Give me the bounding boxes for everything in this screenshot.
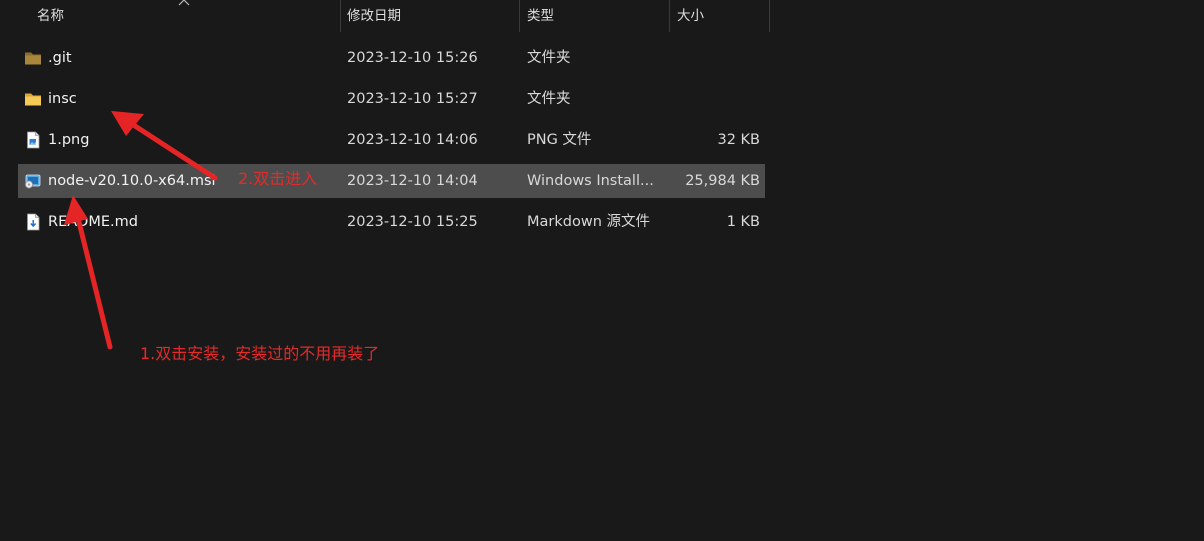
annotation-step2: 2.双击进入: [238, 169, 318, 188]
annotation-overlay: [64, 111, 218, 350]
annotation-step1: 1.双击安装，安装过的不用再装了: [140, 344, 380, 363]
annotation-arrow-step2: [111, 111, 218, 181]
annotation-arrow-step1: [64, 195, 113, 350]
